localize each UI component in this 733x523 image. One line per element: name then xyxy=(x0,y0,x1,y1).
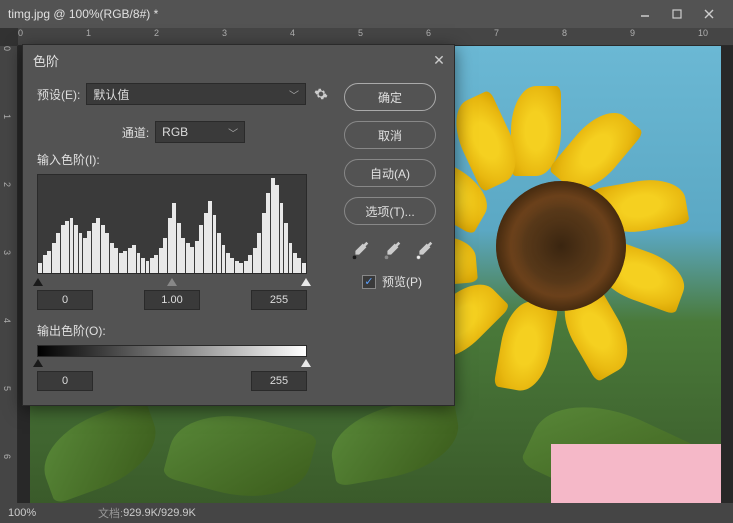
preset-menu-icon[interactable] xyxy=(312,85,330,103)
output-black-field[interactable] xyxy=(37,371,93,391)
eyedropper-group xyxy=(344,239,440,261)
document-title: timg.jpg @ 100%(RGB/8#) * xyxy=(8,7,629,21)
minimize-button[interactable] xyxy=(629,4,661,24)
doc-size-label: 文档: xyxy=(98,505,123,521)
ok-button[interactable]: 确定 xyxy=(344,83,436,111)
chevron-down-icon: ﹀ xyxy=(228,125,238,140)
input-gamma-slider[interactable] xyxy=(167,278,177,286)
preset-value: 默认值 xyxy=(93,86,129,103)
zoom-level[interactable]: 100% xyxy=(8,507,78,519)
preset-select[interactable]: 默认值 ﹀ xyxy=(86,83,306,105)
ruler-vertical: 0123456 xyxy=(0,46,18,503)
channel-value: RGB xyxy=(162,125,188,139)
dialog-title: 色阶 xyxy=(23,45,454,75)
histogram xyxy=(37,174,307,274)
close-button[interactable] xyxy=(693,4,725,24)
output-black-slider[interactable] xyxy=(33,359,43,367)
output-white-slider[interactable] xyxy=(301,359,311,367)
channel-select[interactable]: RGB ﹀ xyxy=(155,121,245,143)
eyedropper-gray-icon[interactable] xyxy=(381,239,403,261)
preset-label: 预设(E): xyxy=(37,86,80,103)
doc-size-value: 929.9K/929.9K xyxy=(123,507,196,519)
cancel-button[interactable]: 取消 xyxy=(344,121,436,149)
output-white-field[interactable] xyxy=(251,371,307,391)
titlebar: timg.jpg @ 100%(RGB/8#) * xyxy=(0,0,733,28)
window-buttons xyxy=(629,4,725,24)
chevron-down-icon: ﹀ xyxy=(289,87,299,102)
preview-checkbox[interactable]: ✓ xyxy=(362,275,376,289)
input-white-slider[interactable] xyxy=(301,278,311,286)
levels-dialog: 色阶 ✕ 预设(E): 默认值 ﹀ 通道: RGB ﹀ 输入色阶( xyxy=(22,44,455,406)
eyedropper-black-icon[interactable] xyxy=(349,239,371,261)
input-white-field[interactable] xyxy=(251,290,307,310)
eyedropper-white-icon[interactable] xyxy=(413,239,435,261)
input-levels-label: 输入色阶(I): xyxy=(37,151,330,168)
output-gradient xyxy=(37,345,307,357)
status-bar: 100% 文档: 929.9K/929.9K xyxy=(0,503,733,523)
auto-button[interactable]: 自动(A) xyxy=(344,159,436,187)
input-gamma-field[interactable] xyxy=(144,290,200,310)
channel-label: 通道: xyxy=(122,124,149,141)
options-button[interactable]: 选项(T)... xyxy=(344,197,436,225)
input-slider-track xyxy=(37,280,307,290)
preview-label: 预览(P) xyxy=(382,273,422,290)
dialog-close-button[interactable]: ✕ xyxy=(430,51,448,69)
input-black-field[interactable] xyxy=(37,290,93,310)
watermark-block xyxy=(551,444,721,503)
input-black-slider[interactable] xyxy=(33,278,43,286)
output-slider-track xyxy=(37,361,307,371)
maximize-button[interactable] xyxy=(661,4,693,24)
output-levels-label: 输出色阶(O): xyxy=(37,322,330,339)
